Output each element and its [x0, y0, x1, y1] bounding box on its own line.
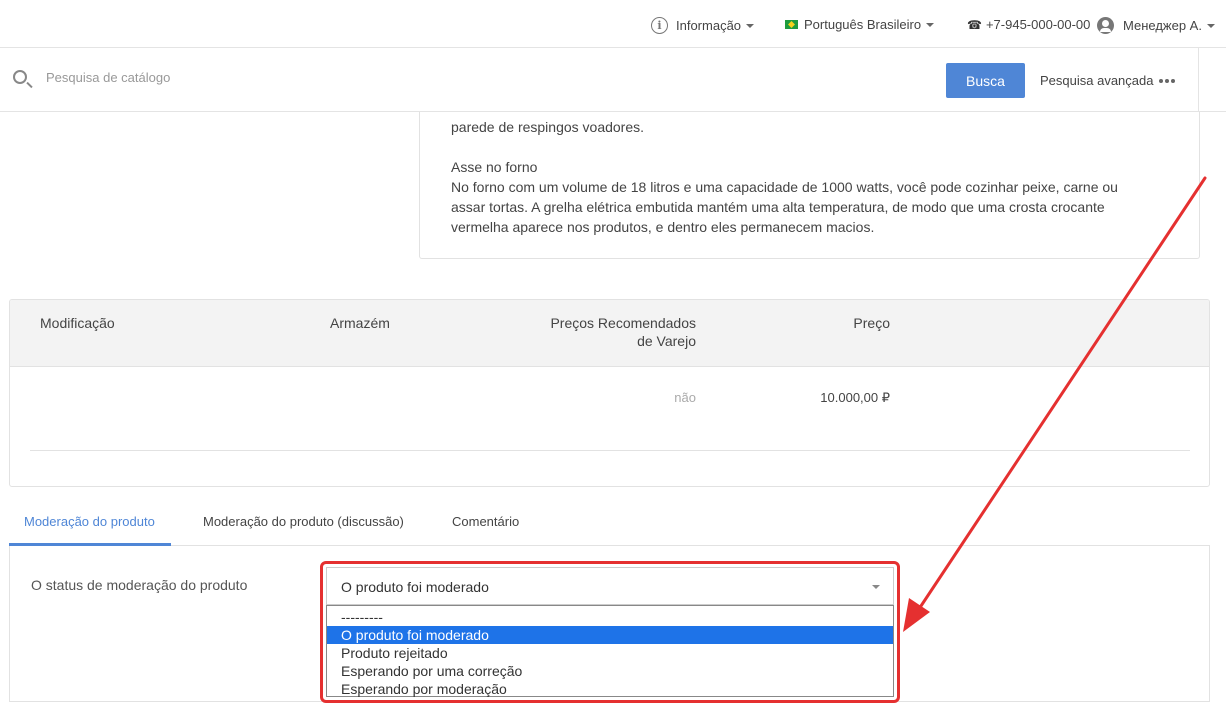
search-button[interactable]: Busca — [946, 63, 1025, 98]
phone-number: +7-945-000-00-00 — [985, 17, 1091, 32]
moderation-status-select[interactable]: O produto foi moderado — [326, 567, 894, 605]
column-warehouse: Armazém — [330, 315, 390, 331]
brazil-flag-icon — [785, 20, 798, 29]
column-price: Preço — [853, 315, 890, 331]
language-menu[interactable]: Português Brasileiro — [785, 17, 935, 32]
column-rrp-line1: Preços Recomendados — [550, 315, 696, 331]
option-empty[interactable]: --------- — [327, 608, 893, 626]
modifications-table: Modificação Armazém Preços Recomendados … — [9, 299, 1210, 487]
phone-link[interactable]: ☎ +7-945-000-00-00 — [967, 17, 1090, 32]
tab-product-moderation[interactable]: Moderação do produto — [24, 514, 155, 529]
language-menu-label: Português Brasileiro — [804, 17, 922, 32]
column-modification: Modificação — [40, 315, 115, 331]
user-icon — [1097, 17, 1114, 34]
divider — [1198, 48, 1199, 112]
info-icon: i — [651, 17, 668, 34]
description-line: vermelha aparece nos produtos, e dentro … — [451, 219, 875, 235]
moderation-status-label: O status de moderação do produto — [31, 577, 248, 593]
price-cell: 10.000,00 ₽ — [820, 390, 890, 405]
rrp-cell: não — [674, 390, 696, 405]
top-bar: i Informação Português Brasileiro ☎ +7-9… — [0, 0, 1226, 48]
search-input[interactable] — [46, 70, 646, 85]
phone-icon: ☎ — [967, 17, 982, 32]
option-awaiting-moderation[interactable]: Esperando por moderação — [327, 680, 893, 698]
user-menu[interactable]: Менеджер А. — [1097, 17, 1215, 34]
more-icon — [1159, 78, 1176, 83]
column-rrp-line2: de Varejo — [637, 333, 696, 349]
option-awaiting-correction[interactable]: Esperando por uma correção — [327, 662, 893, 680]
chevron-down-icon — [746, 23, 755, 28]
description-card: parede de respingos voadores. Asse no fo… — [419, 95, 1200, 259]
description-cut-line: parede de respingos voadores. — [451, 119, 645, 135]
column-rrp: Preços Recomendados de Varejo — [496, 314, 696, 350]
advanced-search-link[interactable]: Pesquisa avançada — [1040, 73, 1176, 88]
description-heading: Asse no forno — [451, 159, 538, 175]
table-header: Modificação Armazém Preços Recomendados … — [10, 300, 1209, 367]
advanced-search-label: Pesquisa avançada — [1040, 73, 1154, 88]
description-line: assar tortas. A grelha elétrica embutida… — [451, 199, 1105, 215]
description-line: No forno com um volume de 18 litros e um… — [451, 179, 1118, 195]
search-bar: Busca Pesquisa avançada — [0, 48, 1226, 112]
search-icon — [13, 70, 27, 84]
tab-moderation-discussion[interactable]: Moderação do produto (discussão) — [203, 514, 404, 529]
option-moderated[interactable]: O produto foi moderado — [327, 626, 893, 644]
info-menu[interactable]: i Informação — [651, 17, 755, 34]
chevron-down-icon — [926, 22, 935, 27]
info-menu-label: Informação — [676, 18, 742, 33]
tab-comment[interactable]: Comentário — [452, 514, 519, 529]
selected-value: O produto foi moderado — [341, 579, 489, 595]
moderation-status-options: --------- O produto foi moderado Produto… — [326, 605, 894, 697]
option-rejected[interactable]: Produto rejeitado — [327, 644, 893, 662]
chevron-down-icon — [1206, 23, 1215, 28]
chevron-down-icon — [872, 585, 880, 589]
table-divider — [30, 450, 1190, 451]
user-name: Менеджер А. — [1123, 18, 1202, 33]
